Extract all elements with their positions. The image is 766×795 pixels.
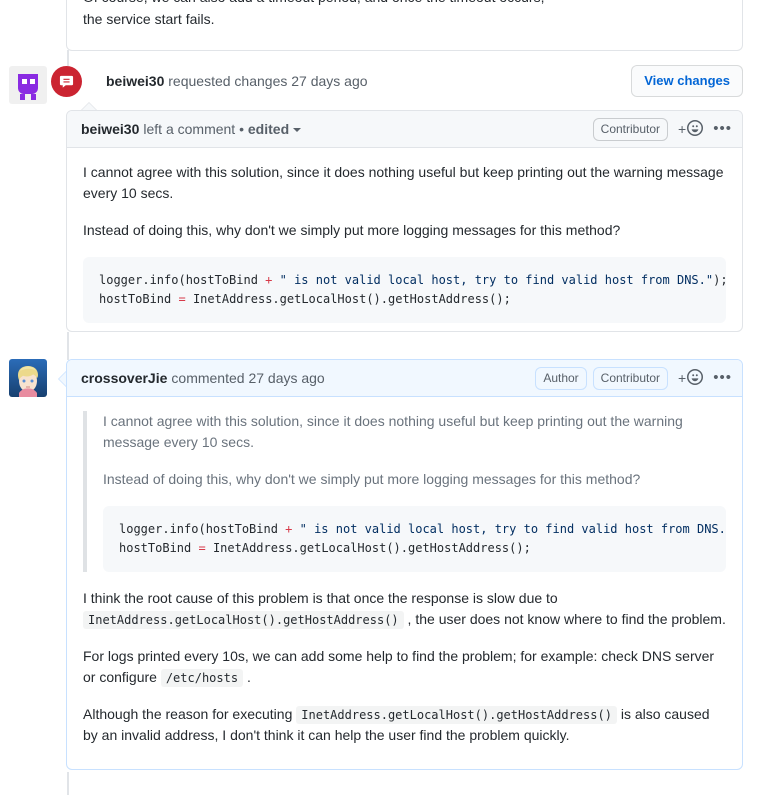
code-text: hostToBind [119,541,199,555]
comment-action-text: left a comment • edited [143,121,302,137]
add-reaction-smiley-icon [687,368,704,388]
comment-author-name[interactable]: beiwei30 [81,121,139,137]
code-string: " is not valid local host, try to find v… [292,522,726,536]
paragraph-text: , the user does not know where to find t… [403,611,726,627]
timeline-connector-top [67,50,69,66]
plus-icon: + [678,370,687,386]
add-reaction-button[interactable]: + [678,119,704,139]
inline-code: /etc/hosts [160,669,244,687]
chevron-down-icon[interactable] [293,128,302,133]
add-reaction-smiley-icon [687,119,704,139]
paragraph-text: Although the reason for executing [83,706,297,722]
view-changes-button[interactable]: View changes [631,65,743,97]
previous-comment-line-2: the service start fails. [83,11,215,27]
badge-contributor: Contributor [592,117,669,141]
comment-paragraph: Although the reason for executing InetAd… [83,704,726,746]
kebab-menu-icon[interactable]: ••• [713,370,732,385]
comment-paragraph: I think the root cause of this problem i… [83,588,726,630]
timeline-connector-bottom [67,772,69,795]
avatar-beiwei30[interactable] [9,66,47,104]
github-pr-conversation-timeline: Of course, we can also add a timeout per… [0,0,766,795]
code-text: hostToBind [99,292,179,306]
avatar-crossoverJie[interactable] [9,359,47,397]
code-block: logger.info(hostToBind + " is not valid … [83,257,726,323]
comment-box-beiwei30: beiwei30 left a comment • edited Contrib… [66,102,743,332]
code-text: logger.info(hostToBind [99,273,266,287]
comment-meta-separator: • [239,121,244,137]
code-text: logger.info(hostToBind [119,522,286,536]
comment-edited-toggle[interactable]: edited [248,121,289,137]
comment-pointer-arrow [58,371,66,387]
comment-header-beiwei30: beiwei30 left a comment • edited Contrib… [67,111,742,148]
comment-author-name[interactable]: crossoverJie [81,370,167,386]
comment-box-crossoverJie: crossoverJie commented 27 days ago Autho… [58,359,743,770]
previous-comment-line-1: Of course, we can also add a timeout per… [83,0,726,8]
comment-action-label: commented 27 days ago [171,370,325,386]
comment-body-beiwei30: I cannot agree with this solution, since… [67,148,742,341]
previous-comment-box-partial: Of course, we can also add a timeout per… [66,0,743,51]
quote-paragraph: I cannot agree with this solution, since… [103,413,683,450]
plus-icon: + [678,121,687,137]
quoted-comment: I cannot agree with this solution, since… [83,411,726,572]
quoted-code-block: logger.info(hostToBind + " is not valid … [103,506,726,572]
paragraph-text: I think the root cause of this problem i… [83,590,558,606]
quote-paragraph: Instead of doing this, why don't we simp… [103,471,641,487]
review-event-text: beiwei30 requested changes 27 days ago [106,70,368,92]
comment-action-label: left a comment [143,121,236,137]
review-request-changes-icon [51,66,82,97]
comment-paragraph: For logs printed every 10s, we can add s… [83,646,726,688]
comment-header-crossoverJie: crossoverJie commented 27 days ago Autho… [67,360,742,397]
code-text: ); [713,273,726,287]
comment-paragraph: I cannot agree with this solution, since… [83,164,724,201]
code-string: " is not valid local host, try to find v… [272,273,714,287]
code-operator: = [198,541,206,555]
comment-pointer-arrow [81,102,97,110]
code-operator: = [178,292,186,306]
kebab-menu-icon[interactable]: ••• [713,121,732,136]
review-event-action: requested changes 27 days ago [164,73,368,89]
inline-code: InetAddress.getLocalHost().getHostAddres… [83,611,404,629]
code-text: InetAddress.getLocalHost().getHostAddres… [185,292,511,306]
inline-code: InetAddress.getLocalHost().getHostAddres… [296,706,617,724]
review-event-row: beiwei30 requested changes 27 days ago V… [0,65,766,106]
review-event-user[interactable]: beiwei30 [106,73,164,89]
code-text: InetAddress.getLocalHost().getHostAddres… [205,541,531,555]
paragraph-text: . [243,669,251,685]
timeline-connector-middle [67,332,69,360]
badge-contributor: Contributor [592,366,669,390]
comment-body-crossoverJie: I cannot agree with this solution, since… [67,397,742,760]
comment-paragraph: Instead of doing this, why don't we simp… [83,222,621,238]
badge-author: Author [535,366,587,390]
add-reaction-button[interactable]: + [678,368,704,388]
